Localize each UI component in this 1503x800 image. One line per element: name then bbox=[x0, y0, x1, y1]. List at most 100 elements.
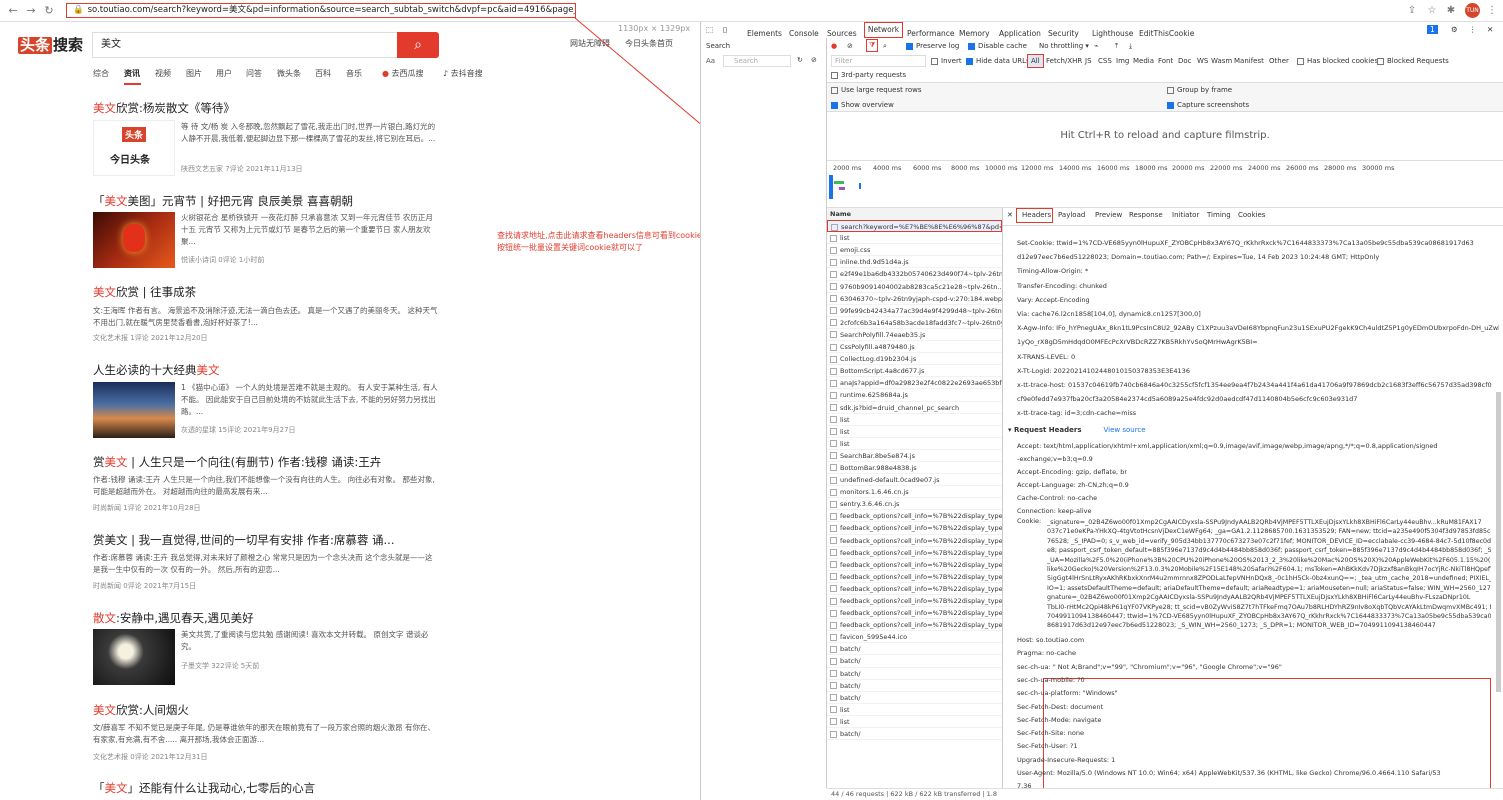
cookie-line[interactable]: 8681917d63d12e97eec7b6ed51228023; _S_WIN… bbox=[1047, 621, 1491, 631]
type-ws[interactable]: WS bbox=[1197, 57, 1208, 65]
third-party-checkbox[interactable]: 3rd-party requests bbox=[831, 71, 906, 79]
request-row[interactable]: batch/ bbox=[827, 692, 1002, 704]
drawer-search-input[interactable]: Search bbox=[723, 55, 791, 67]
tab-lighthouse[interactable]: Lighthouse bbox=[1092, 29, 1133, 38]
tab-application[interactable]: Application bbox=[999, 29, 1041, 38]
disable-cache-checkbox[interactable]: Disable cache bbox=[968, 42, 1027, 50]
use-large-rows-checkbox[interactable]: Use large request rows bbox=[831, 86, 921, 94]
request-row[interactable]: anaJs?appid=df0a29823e2f4c0822e2693ae653… bbox=[827, 377, 1002, 390]
request-row[interactable]: list bbox=[827, 716, 1002, 729]
request-row[interactable]: monitors.1.6.46.cn.js bbox=[827, 486, 1002, 499]
has-blocked-cookies-checkbox[interactable]: Has blocked cookies bbox=[1297, 57, 1378, 65]
request-row[interactable]: inline.thd.9d51d4a.js bbox=[827, 256, 1002, 269]
tab-timing[interactable]: Timing bbox=[1207, 211, 1231, 219]
match-case-toggle[interactable]: Aa bbox=[706, 57, 715, 65]
request-row[interactable]: list bbox=[827, 232, 1002, 245]
request-row[interactable]: batch/ bbox=[827, 680, 1002, 692]
type-css[interactable]: CSS bbox=[1098, 57, 1112, 65]
tab-headers[interactable]: Headers bbox=[1022, 211, 1051, 219]
request-row[interactable]: CollectLog.d19b2304.js bbox=[827, 353, 1002, 366]
request-row[interactable]: list bbox=[827, 704, 1002, 716]
request-row[interactable]: feedback_options?cell_info=%7B%22display… bbox=[827, 522, 1002, 535]
tab-payload[interactable]: Payload bbox=[1058, 211, 1085, 219]
invert-checkbox[interactable]: Invert bbox=[931, 57, 962, 65]
request-row[interactable]: SearchBar.8be5e874.js bbox=[827, 450, 1002, 462]
tab-cookies[interactable]: Cookies bbox=[1238, 211, 1265, 219]
record-icon[interactable]: ● bbox=[831, 42, 837, 50]
capture-screenshots-checkbox[interactable]: Capture screenshots bbox=[1167, 101, 1249, 109]
request-row[interactable]: feedback_options?cell_info=%7B%22display… bbox=[827, 583, 1002, 595]
request-row[interactable]: batch/ bbox=[827, 728, 1002, 741]
request-row[interactable]: BottomScript.4a8cd677.js bbox=[827, 365, 1002, 378]
hide-data-urls-checkbox[interactable]: Hide data URLs bbox=[966, 57, 1030, 65]
details-scrollbar[interactable] bbox=[1496, 392, 1501, 692]
request-row[interactable]: sentry.3.6.46.cn.js bbox=[827, 498, 1002, 511]
online-icon[interactable]: ⌁ bbox=[1094, 42, 1098, 50]
filter-icon[interactable]: ⧩ bbox=[866, 39, 879, 52]
close-devtools-icon[interactable]: ✕ bbox=[1487, 25, 1493, 34]
request-row[interactable]: feedback_options?cell_info=%7B%22display… bbox=[827, 619, 1002, 632]
search-network-icon[interactable]: ⌕ bbox=[883, 42, 887, 51]
request-row[interactable]: CssPolyfill.a4879480.js bbox=[827, 341, 1002, 354]
request-row[interactable]: 63046370~tplv-26tn9yjaph-cspd-v:270:184.… bbox=[827, 293, 1002, 305]
refresh-icon[interactable]: ↻ bbox=[797, 56, 803, 64]
request-row[interactable]: 99fe99cb42434a77ac39d4e9f4299d48~tplv-26… bbox=[827, 305, 1002, 317]
request-row[interactable]: list bbox=[827, 414, 1002, 426]
settings-icon[interactable]: ⚙ bbox=[1451, 25, 1458, 34]
request-row[interactable]: SearchPolyfill.74eaeb35.js bbox=[827, 329, 1002, 342]
tab-security[interactable]: Security bbox=[1048, 29, 1079, 38]
tab-elements[interactable]: Elements bbox=[747, 29, 782, 38]
request-row[interactable]: list bbox=[827, 426, 1002, 438]
import-icon[interactable]: ⤒ bbox=[1115, 42, 1118, 51]
preserve-log-checkbox[interactable]: Preserve log bbox=[906, 42, 959, 50]
request-row[interactable]: undefined-default.0cad9e07.js bbox=[827, 474, 1002, 487]
request-row[interactable]: feedback_options?cell_info=%7B%22display… bbox=[827, 607, 1002, 620]
type-fetch-xhr[interactable]: Fetch/XHR bbox=[1046, 57, 1082, 65]
clear-log-icon[interactable]: ⊘ bbox=[847, 42, 853, 50]
request-row[interactable]: feedback_options?cell_info=%7B%22display… bbox=[827, 571, 1002, 583]
show-overview-checkbox[interactable]: Show overview bbox=[831, 101, 894, 109]
request-row[interactable]: e2f49e1ba6db4332b05740623d490f74~tplv-26… bbox=[827, 268, 1002, 281]
type-all[interactable]: All bbox=[1027, 54, 1044, 68]
request-row[interactable]: sdk.js?bid=druid_channel_pc_search bbox=[827, 402, 1002, 414]
request-row[interactable]: BottomBar.988e4838.js bbox=[827, 462, 1002, 475]
close-details-icon[interactable]: ✕ bbox=[1007, 211, 1013, 219]
type-other[interactable]: Other bbox=[1269, 57, 1289, 65]
request-row[interactable]: batch/ bbox=[827, 655, 1002, 668]
tab-preview[interactable]: Preview bbox=[1095, 211, 1122, 219]
group-by-frame-checkbox[interactable]: Group by frame bbox=[1167, 86, 1232, 94]
type-media[interactable]: Media bbox=[1133, 57, 1154, 65]
request-row[interactable]: feedback_options?cell_info=%7B%22display… bbox=[827, 595, 1002, 608]
request-row[interactable]: feedback_options?cell_info=%7B%22display… bbox=[827, 510, 1002, 523]
request-row[interactable]: 2cfofc6b3a164a58b3acde18fadd3fc7~tplv-26… bbox=[827, 317, 1002, 329]
issues-badge[interactable]: 1 bbox=[1427, 25, 1438, 34]
request-row[interactable]: emoji.css bbox=[827, 244, 1002, 257]
tab-performance[interactable]: Performance bbox=[907, 29, 955, 38]
tab-console[interactable]: Console bbox=[789, 29, 819, 38]
request-row[interactable]: list bbox=[827, 438, 1002, 450]
name-column-header[interactable]: Name bbox=[827, 208, 1002, 221]
tab-sources[interactable]: Sources bbox=[827, 29, 857, 38]
type-js[interactable]: JS bbox=[1085, 57, 1092, 65]
request-row[interactable]: 9760b9091404002ab8283ca5c21e28~tplv-26tn… bbox=[827, 281, 1002, 293]
device-toggle-icon[interactable]: ▯ bbox=[723, 25, 727, 34]
inspect-icon[interactable]: ⬚ bbox=[706, 25, 713, 34]
more-icon[interactable]: ⋮ bbox=[1469, 25, 1477, 34]
blocked-requests-checkbox[interactable]: Blocked Requests bbox=[1377, 57, 1449, 65]
request-row[interactable]: batch/ bbox=[827, 643, 1002, 656]
tab-response[interactable]: Response bbox=[1129, 211, 1163, 219]
tab-network[interactable]: Network bbox=[864, 22, 903, 38]
filter-input[interactable]: Filter bbox=[831, 55, 926, 67]
type-doc[interactable]: Doc bbox=[1178, 57, 1192, 65]
clear-icon[interactable]: ⊘ bbox=[811, 56, 817, 64]
request-row[interactable]: search?keyword=%E7%BE%8E%E6%96%87&pd=... bbox=[827, 220, 1002, 233]
request-row[interactable]: batch/ bbox=[827, 668, 1002, 680]
tab-memory[interactable]: Memory bbox=[959, 29, 990, 38]
type-img[interactable]: Img bbox=[1116, 57, 1129, 65]
tab-initiator[interactable]: Initiator bbox=[1172, 211, 1199, 219]
network-overview[interactable]: 2000 ms 4000 ms 6000 ms 8000 ms 10000 ms… bbox=[827, 160, 1503, 208]
throttling-select[interactable]: No throttling ▾ bbox=[1039, 42, 1089, 50]
request-headers-title[interactable]: ▾ Request Headers View source bbox=[1008, 426, 1146, 434]
request-row[interactable]: runtime.6258684a.js bbox=[827, 389, 1002, 402]
request-row[interactable]: feedback_options?cell_info=%7B%22display… bbox=[827, 547, 1002, 559]
